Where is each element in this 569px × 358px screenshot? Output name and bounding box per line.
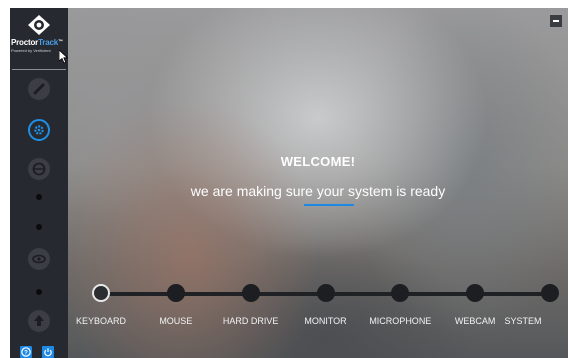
sidebar-step-eye[interactable] <box>28 248 50 270</box>
welcome-title: WELCOME! <box>280 154 356 169</box>
sidebar-step-dot <box>36 224 42 230</box>
power-button[interactable] <box>42 346 54 358</box>
step-node-hard-drive <box>241 284 260 302</box>
sidebar-step-dot <box>36 289 42 295</box>
divider <box>12 69 66 70</box>
brand-tagline: Powered by Verificient <box>11 48 51 53</box>
step-node-monitor <box>316 284 335 302</box>
step-node-microphone <box>391 284 410 302</box>
sidebar-step-pencil[interactable] <box>28 78 50 100</box>
help-icon: ? <box>21 347 31 357</box>
proctortrack-window: ProctorTrack™ Powered by Verificient ? W… <box>10 8 568 358</box>
welcome-subtitle: we are making sure your system is ready <box>190 183 446 199</box>
upload-icon <box>34 315 44 326</box>
svg-text:?: ? <box>24 350 28 356</box>
eye-icon <box>32 254 46 264</box>
brand-name: ProctorTrack™ <box>11 38 63 47</box>
power-icon <box>44 348 52 357</box>
step-node-mouse <box>166 284 185 302</box>
welcome-underline <box>304 204 354 206</box>
step-label: SYSTEM <box>504 316 542 326</box>
pencil-icon <box>33 83 45 95</box>
sidebar-step-settings[interactable] <box>28 119 50 141</box>
sidebar: ProctorTrack™ Powered by Verificient ? <box>10 8 69 358</box>
minimize-button[interactable] <box>550 15 562 27</box>
sidebar-step-dot <box>36 194 42 200</box>
eye-icon <box>28 15 50 35</box>
sidebar-step-face[interactable] <box>28 158 50 180</box>
face-icon <box>32 162 46 176</box>
step-node-keyboard <box>92 284 110 302</box>
step-node-webcam <box>466 284 485 302</box>
help-button[interactable]: ? <box>20 346 32 358</box>
step-node-system <box>541 284 559 302</box>
gear-icon <box>34 125 44 135</box>
main-content: WELCOME! we are making sure your system … <box>68 8 568 358</box>
brand-logo: ProctorTrack™ Powered by Verificient <box>10 8 69 70</box>
sidebar-step-upload[interactable] <box>28 310 50 332</box>
